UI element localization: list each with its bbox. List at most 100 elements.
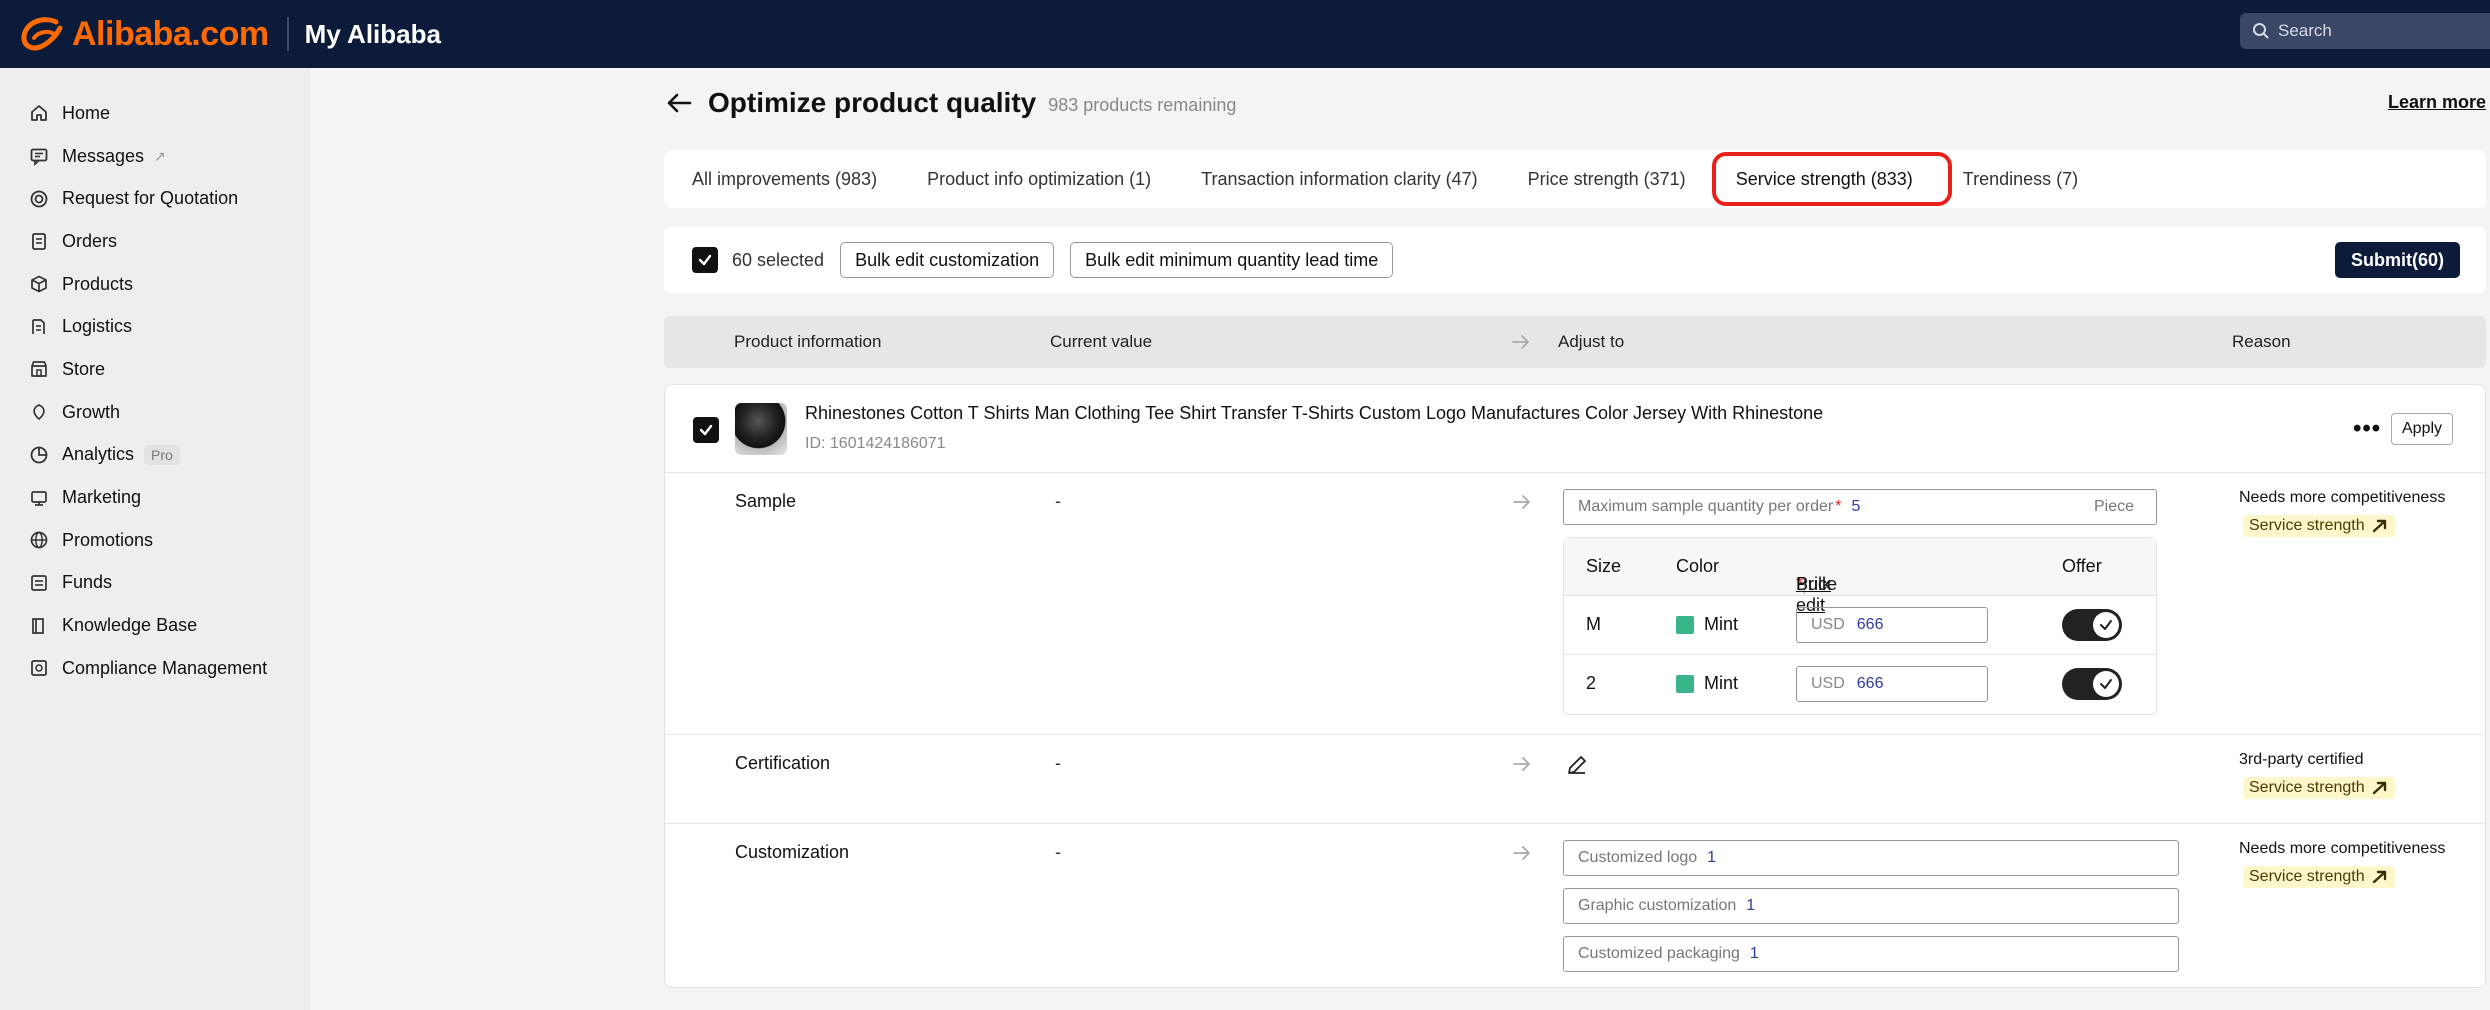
- variant-row: 2 Mint USD 666: [1564, 655, 2156, 714]
- analytics-icon: [28, 444, 50, 466]
- top-bar: Alibaba.com My Alibaba Search: [0, 0, 2490, 68]
- sidebar-item-label: Marketing: [62, 487, 142, 508]
- customized-packaging-input[interactable]: Customized packaging 1: [1563, 936, 2179, 972]
- sidebar-item-label: Orders: [62, 230, 118, 251]
- toggle-knob: [2093, 671, 2119, 697]
- alibaba-logo[interactable]: Alibaba.com: [20, 14, 269, 54]
- box-icon: [28, 273, 50, 295]
- sidebar-item-label: Compliance Management: [62, 657, 268, 678]
- tab-service-strength-label: Service strength (833): [1735, 168, 1913, 189]
- edit-pencil-icon[interactable]: [1565, 753, 1589, 777]
- variant-color: Mint: [1704, 614, 1739, 634]
- sidebar-item-growth[interactable]: Growth: [0, 391, 310, 434]
- trend-up-icon: [2372, 870, 2386, 884]
- max-sample-value: 5: [1851, 498, 1861, 515]
- offer-toggle[interactable]: [2062, 609, 2122, 641]
- page-header: Optimize product quality 983 products re…: [664, 68, 2486, 138]
- compliance-icon: [28, 657, 50, 679]
- search-input[interactable]: Search: [2240, 13, 2490, 49]
- sidebar-item-label: Growth: [62, 401, 121, 422]
- store-icon: [28, 358, 50, 380]
- main-content: Optimize product quality 983 products re…: [664, 68, 2486, 988]
- reason-tag: Service strength: [2243, 866, 2395, 888]
- check-icon: [699, 424, 713, 436]
- product-card: Rhinestones Cotton T Shirts Man Clothing…: [664, 384, 2486, 988]
- sidebar-item-rfq[interactable]: Request for Quotation: [0, 177, 310, 220]
- field-value: 1: [1707, 849, 1717, 866]
- check-icon: [2100, 679, 2112, 689]
- product-row: Rhinestones Cotton T Shirts Man Clothing…: [665, 385, 2485, 473]
- sidebar-item-knowledge-base[interactable]: Knowledge Base: [0, 604, 310, 647]
- bulk-edit-customization-button[interactable]: Bulk edit customization: [840, 242, 1055, 278]
- sidebar-item-store[interactable]: Store: [0, 348, 310, 391]
- tab-product-info[interactable]: Product info optimization (1): [927, 169, 1151, 190]
- learn-more-link[interactable]: Learn more: [2388, 92, 2486, 113]
- customization-row: Customization - Customized logo 1 Graphi…: [665, 824, 2485, 986]
- apply-button[interactable]: Apply: [2391, 413, 2454, 445]
- tab-service-strength[interactable]: Service strength (833): [1711, 151, 1952, 206]
- sidebar-item-products[interactable]: Products: [0, 263, 310, 306]
- customization-reason: Needs more competitiveness Service stren…: [2239, 840, 2445, 888]
- sample-variant-table: Size Color Price * | Bulk edit Offer M Mint…: [1563, 537, 2157, 715]
- funds-icon: [28, 572, 50, 594]
- currency-label: USD: [1811, 675, 1845, 692]
- clipboard-icon: [28, 230, 50, 252]
- sidebar-item-marketing[interactable]: Marketing: [0, 476, 310, 519]
- sidebar-item-messages[interactable]: Messages ↗: [0, 135, 310, 178]
- trend-up-icon: [2372, 781, 2386, 795]
- variant-size: 2: [1586, 673, 1597, 693]
- certification-reason: 3rd-party certified Service strength: [2239, 751, 2395, 799]
- sidebar-item-logistics[interactable]: Logistics: [0, 305, 310, 348]
- sidebar-item-orders[interactable]: Orders: [0, 220, 310, 263]
- sidebar-item-promotions[interactable]: Promotions: [0, 519, 310, 562]
- book-icon: [28, 615, 50, 637]
- external-link-icon: ↗: [154, 147, 166, 164]
- page-title: Optimize product quality: [708, 87, 1037, 118]
- submit-button[interactable]: Submit(60): [2334, 242, 2460, 278]
- sidebar-item-home[interactable]: Home: [0, 92, 310, 135]
- size-header: Size: [1586, 556, 1622, 576]
- bulk-edit-moq-button[interactable]: Bulk edit minimum quantity lead time: [1070, 242, 1394, 278]
- certification-row: Certification - 3rd-party certified Serv…: [665, 735, 2485, 824]
- more-options-icon[interactable]: •••: [2353, 415, 2381, 443]
- remaining-count: 983 products remaining: [1048, 94, 1237, 115]
- tab-price-strength[interactable]: Price strength (371): [1528, 169, 1686, 190]
- price-input[interactable]: USD 666: [1796, 666, 1988, 702]
- product-checkbox[interactable]: [693, 417, 719, 443]
- truck-icon: [28, 316, 50, 338]
- select-all-checkbox[interactable]: [692, 247, 718, 273]
- back-arrow-icon[interactable]: [664, 88, 694, 118]
- arrow-right-icon: [1512, 335, 1529, 349]
- tab-all-improvements[interactable]: All improvements (983): [692, 169, 877, 190]
- sidebar-item-analytics[interactable]: Analytics Pro: [0, 434, 310, 477]
- reason-text: 3rd-party certified: [2239, 751, 2364, 768]
- sidebar-item-label: Request for Quotation: [62, 188, 239, 209]
- column-reason: Reason: [2232, 332, 2291, 351]
- sidebar-item-funds[interactable]: Funds: [0, 562, 310, 605]
- field-label: Graphic customization: [1578, 897, 1737, 914]
- tab-bar: All improvements (983) Product info opti…: [664, 150, 2486, 208]
- color-swatch: [1676, 675, 1694, 693]
- logo-text: Alibaba.com: [72, 14, 269, 53]
- certification-current-value: -: [1055, 753, 1061, 773]
- offer-toggle[interactable]: [2062, 668, 2122, 700]
- tab-transaction-info[interactable]: Transaction information clarity (47): [1201, 169, 1477, 190]
- required-marker: *: [1835, 498, 1842, 515]
- certification-label: Certification: [735, 753, 831, 773]
- arrow-right-icon: [1513, 846, 1530, 860]
- sidebar-item-compliance[interactable]: Compliance Management: [0, 647, 310, 690]
- sidebar-item-label: Products: [62, 273, 134, 294]
- offer-header: Offer: [2062, 556, 2102, 576]
- section-title[interactable]: My Alibaba: [305, 19, 441, 50]
- customization-current-value: -: [1055, 842, 1061, 862]
- customized-logo-input[interactable]: Customized logo 1: [1563, 840, 2179, 876]
- sidebar-item-label: Store: [62, 358, 106, 379]
- product-id: ID: 1601424186071: [805, 435, 946, 452]
- unit-label: Piece: [2093, 498, 2134, 515]
- max-sample-quantity-input[interactable]: Maximum sample quantity per order * 5 Pie…: [1563, 489, 2157, 525]
- price-input[interactable]: USD 666: [1796, 607, 1988, 643]
- tab-trendiness[interactable]: Trendiness (7): [1963, 169, 2078, 190]
- graphic-customization-input[interactable]: Graphic customization 1: [1563, 888, 2179, 924]
- table-header: Product information Current value Adjust…: [664, 316, 2486, 368]
- product-title[interactable]: Rhinestones Cotton T Shirts Man Clothing…: [805, 403, 1823, 424]
